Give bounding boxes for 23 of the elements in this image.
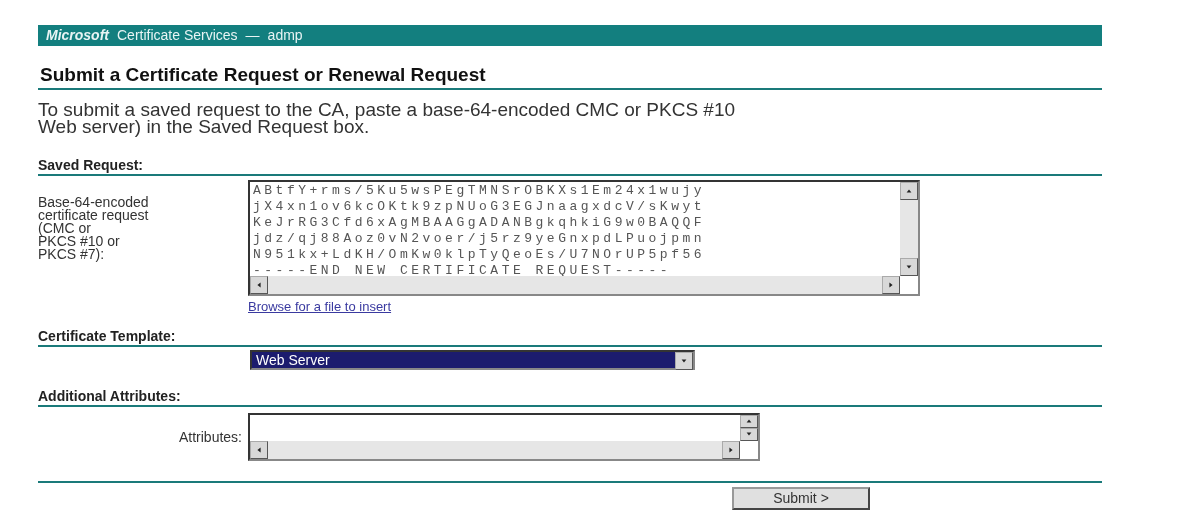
request-textarea[interactable]: ABtfY+rms/5Ku5wsPEgTMNSrOBKXs1Em24x1wujy jX4xn1ov6kcOKtk9zpNUoG3EGJnaagxdcV/sKwyt KeJrRG3Cfd6xAgMBAAGgADANBgkqhkiG9w0BAQQF jdz/qj88Aoz0vN2voer/j5rz9yeGnxpdLPuojpmn N951kx+LdKH/OmKw0klpTyQeoEs/U7NOrUP5pf56 -----END NEW CERTIFICATE REQUEST----- bbox=[248, 179, 920, 296]
dropdown-icon bbox=[680, 356, 688, 365]
brand-name: Microsoft bbox=[46, 27, 109, 44]
scroll-down-icon bbox=[905, 262, 913, 271]
scroll-right-icon bbox=[727, 445, 735, 454]
section-heading: Saved Request: bbox=[38, 156, 1102, 176]
server-name: admp bbox=[267, 27, 303, 44]
browse-link[interactable]: Browse for a file to insert bbox=[248, 298, 1102, 314]
scroll-left-icon bbox=[255, 280, 263, 289]
section-heading: Certificate Template: bbox=[38, 327, 1102, 347]
field-label: Base-64-encoded certificate request (CMC or PKCS #10 or PKCS #7): bbox=[38, 192, 150, 261]
field-label: Attributes: bbox=[177, 427, 243, 444]
submit-button[interactable]: Submit > bbox=[732, 486, 870, 510]
section-heading: Additional Attributes: bbox=[38, 387, 1102, 407]
scroll-left-icon bbox=[255, 445, 263, 454]
page-title: Submit a Certificate Request or Renewal Request bbox=[38, 63, 1102, 90]
header-title: Certificate Services bbox=[117, 27, 238, 44]
separator: — bbox=[245, 27, 260, 44]
scroll-right-icon bbox=[887, 280, 895, 289]
intro-text: To submit a saved request to the CA, paste a base-64-encoded CMC or PKCS #10 Web server) in the Saved Request box. bbox=[38, 100, 737, 135]
template-select[interactable]: Web Server bbox=[250, 349, 695, 370]
scroll-up-icon bbox=[745, 417, 753, 426]
attributes-textarea[interactable] bbox=[248, 412, 760, 461]
